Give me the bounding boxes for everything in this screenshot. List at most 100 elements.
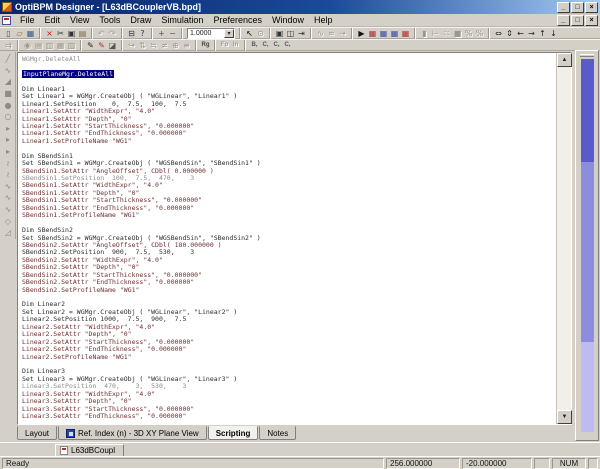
toolbar-separator (214, 39, 216, 51)
boundary-icon[interactable]: B, (249, 40, 260, 51)
fit-horizontal-icon[interactable]: ⇔ (493, 28, 504, 39)
eraser-icon[interactable]: ◪ (107, 40, 118, 51)
document-icon (60, 446, 68, 455)
code-line: Linear3.SetAttr "EndThickness", "0.00000… (22, 412, 187, 420)
calc-stop-icon[interactable]: ▦ (400, 28, 411, 39)
draw-wedge-tool[interactable]: ◢ (2, 76, 14, 88)
draw-taper-tool-1[interactable]: ▸ (2, 123, 14, 135)
menu-help[interactable]: Help (309, 14, 338, 26)
contour-2-icon[interactable]: C, (271, 40, 282, 51)
scroll-up-icon[interactable]: ▲ (557, 53, 572, 67)
menu-preferences[interactable]: Preferences (208, 14, 267, 26)
menu-window[interactable]: Window (267, 14, 309, 26)
pencil-red-icon[interactable]: ✎ (96, 40, 107, 51)
contour-1-icon[interactable]: C, (260, 40, 271, 51)
editor-scrollbar[interactable]: ▲ ▼ (556, 53, 572, 424)
draw-circle-tool[interactable]: ○ (2, 111, 14, 123)
mdi-close-button[interactable]: × (585, 14, 598, 26)
draw-sbend-tool-2[interactable]: ≀ (2, 169, 14, 181)
move-up-icon[interactable]: ↑ (537, 28, 548, 39)
tab-scripting[interactable]: Scripting (207, 426, 259, 440)
new-file-icon[interactable]: ▯ (3, 28, 14, 39)
fit-width-icon[interactable]: ⇥ (296, 28, 307, 39)
menu-tools[interactable]: Tools (94, 14, 125, 26)
move-left-icon[interactable]: ← (515, 28, 526, 39)
cut-icon[interactable]: ✂ (55, 28, 66, 39)
print-icon[interactable]: ⊟ (126, 28, 137, 39)
help-icon[interactable]: ? (137, 28, 148, 39)
pointer-tool-icon[interactable]: ↖ (244, 28, 255, 39)
delete-icon[interactable]: × (44, 28, 55, 39)
menu-edit[interactable]: Edit (40, 14, 66, 26)
calc-red-icon[interactable]: ▦ (367, 28, 378, 39)
draw-line-tool[interactable]: ╱ (2, 53, 14, 65)
draw-triangle-tool[interactable]: ◿ (2, 227, 14, 239)
scroll-down-icon[interactable]: ▼ (557, 410, 572, 424)
zoom-level-combo[interactable]: 1.0000 ▾ (187, 27, 235, 39)
script-editor[interactable]: WGMgr.DeleteAll InputPlaneMgr.DeleteAll … (18, 53, 556, 424)
draw-sbend-tool-1[interactable]: ≀ (2, 157, 14, 169)
grid-3-icon: ▦ (56, 40, 65, 50)
tab-ref-index-n-3d-xy-plane-view[interactable]: Ref. Index (n) - 3D XY Plane View (58, 426, 207, 440)
view-tab-bar: Layout Ref. Index (n) - 3D XY Plane View S… (17, 425, 572, 441)
tab-layout[interactable]: Layout (17, 426, 58, 440)
mdi-restore-button[interactable]: □ (571, 14, 584, 26)
toolbar-separator (121, 39, 123, 51)
pan-tool-icon[interactable]: ◫ (285, 28, 296, 39)
draw-polygon-tool[interactable]: ◇ (2, 215, 14, 227)
restore-button[interactable]: □ (571, 1, 584, 13)
stop-icon: ■ (453, 28, 462, 38)
draw-sbend-tool-5[interactable]: ∿ (2, 204, 14, 216)
mdi-minimize-button[interactable]: _ (557, 14, 570, 26)
menu-draw[interactable]: Draw (125, 14, 156, 26)
draw-taper-tool-2[interactable]: ▸ (2, 134, 14, 146)
refractive-index-color-scale (580, 59, 594, 432)
cursor-x-coordinate: 256.000000 (386, 457, 460, 469)
menu-view[interactable]: View (65, 14, 94, 26)
zoom-in-icon[interactable]: + (156, 28, 167, 39)
menu-simulation[interactable]: Simulation (156, 14, 208, 26)
calc-blue-icon[interactable]: ▦ (378, 28, 389, 39)
tab-notes[interactable]: Notes (259, 426, 297, 440)
rotate-icon: ↪ (128, 40, 135, 50)
region-tool-icon[interactable]: Rg (200, 40, 211, 51)
menu-file[interactable]: File (15, 14, 40, 26)
zoom-out-icon[interactable]: − (167, 28, 178, 39)
color-scale-segment (580, 342, 594, 432)
draw-sbend-tool-3[interactable]: ∿ (2, 181, 14, 193)
open-file-icon[interactable]: ▱ (14, 28, 25, 39)
grid-snap-icon: ◉ (24, 40, 31, 50)
draw-taper-tool-3[interactable]: ▸ (2, 146, 14, 158)
draw-region-tool[interactable]: ■ (2, 88, 14, 100)
select-region-icon[interactable]: ▣ (274, 28, 285, 39)
main-toolbar: ▯ ▱ ▦ × ✂ ▣ ▤ ↶ ↷ ⊟? + −1.0000 ▾ ↖ ⊙ ▣ ◫ ⇥ ∿ ≈ ⇢ ▶ ▦ ▦ ▦ ▦ ▮ ⊢ ∷ ■%% ⇔… (0, 27, 600, 39)
paste-icon[interactable]: ▤ (77, 28, 88, 39)
toolbar-separator (310, 27, 312, 39)
pencil-icon[interactable]: ✎ (85, 40, 96, 51)
draw-curve-tool[interactable]: ∿ (2, 65, 14, 77)
minimize-button[interactable]: _ (557, 1, 570, 13)
contour-3-icon[interactable]: C, (282, 40, 293, 51)
status-message: Ready (2, 457, 384, 469)
move-right-icon[interactable]: → (526, 28, 537, 39)
align-2-icon: ≠ (161, 40, 168, 50)
move-down-icon[interactable]: ↓ (548, 28, 559, 39)
align-1-icon: ≒ (150, 40, 157, 50)
draw-sbend-tool-4[interactable]: ∿ (2, 192, 14, 204)
draw-ellipse-tool[interactable]: ● (2, 99, 14, 111)
document-menu-icon[interactable] (2, 15, 11, 25)
panel-grip[interactable] (580, 54, 594, 57)
toolbar-separator (269, 27, 271, 39)
run-simulation-icon[interactable]: ▶ (356, 28, 367, 39)
chevron-down-icon[interactable]: ▾ (224, 28, 234, 38)
save-icon[interactable]: ▦ (25, 28, 36, 39)
calc-blue2-icon[interactable]: ▦ (389, 28, 400, 39)
pause-icon: ▮ (422, 28, 427, 38)
copy-icon[interactable]: ▣ (66, 28, 77, 39)
app-icon (2, 2, 12, 12)
fit-vertical-icon[interactable]: ⇕ (504, 28, 515, 39)
close-button[interactable]: × (585, 1, 598, 13)
